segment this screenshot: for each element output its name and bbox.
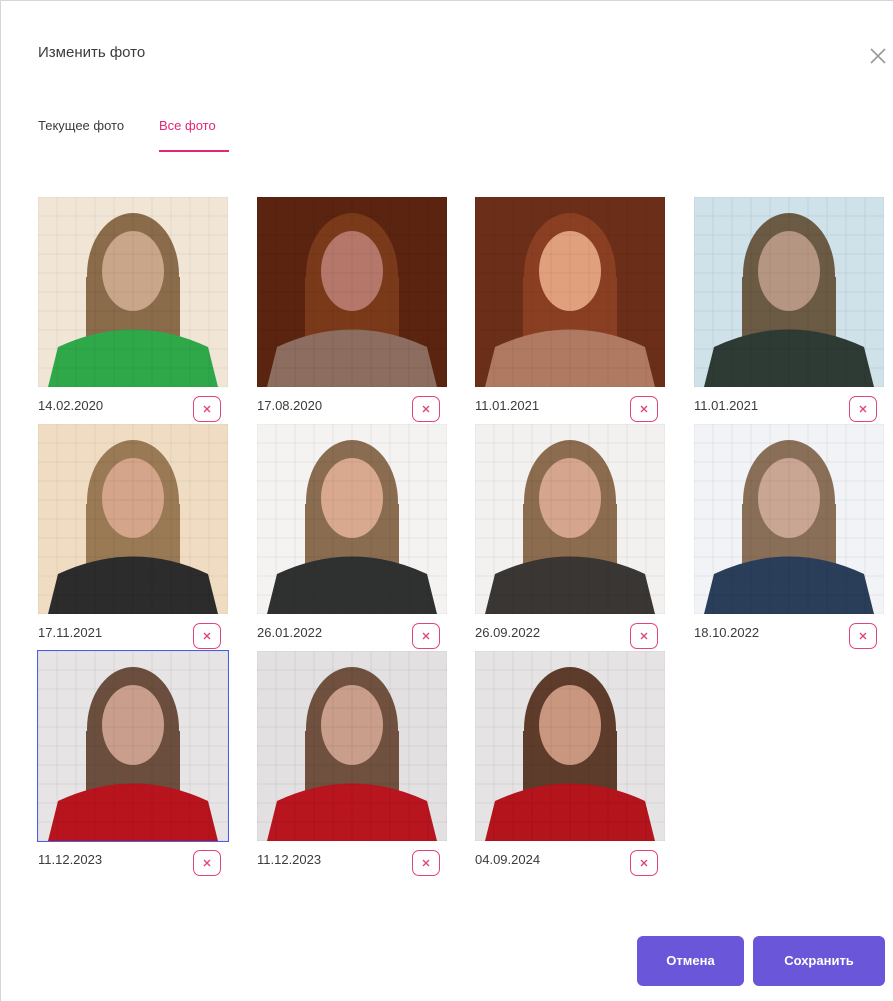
photo-thumbnail[interactable] [694,197,884,387]
delete-photo-button[interactable] [630,396,658,422]
photo-thumbnail[interactable] [257,651,447,841]
edit-photo-dialog: Изменить фото Текущее фото Все фото 14.0… [0,0,893,1001]
photo-date: 18.10.2022 [694,625,760,640]
cancel-button[interactable]: Отмена [637,936,744,986]
close-small-icon [422,405,430,413]
close-small-icon [640,405,648,413]
photo-date: 11.01.2021 [475,398,540,413]
photo-date: 17.11.2021 [38,625,103,640]
close-small-icon [203,859,211,867]
close-icon[interactable] [867,45,889,67]
dialog-title: Изменить фото [38,44,146,61]
delete-photo-button[interactable] [630,850,658,876]
photo-date: 11.12.2023 [38,852,103,867]
close-small-icon [640,632,648,640]
delete-photo-button[interactable] [193,396,221,422]
photo-date: 14.02.2020 [38,398,104,413]
photo-thumbnail[interactable] [694,424,884,614]
photo-thumbnail[interactable] [38,197,228,387]
delete-photo-button[interactable] [630,623,658,649]
photo-date: 04.09.2024 [475,852,541,867]
photo-thumbnail[interactable] [38,424,228,614]
photo-date: 11.01.2021 [694,398,759,413]
photo-thumbnail[interactable] [475,197,665,387]
photo-date: 26.09.2022 [475,625,541,640]
delete-photo-button[interactable] [849,623,877,649]
close-small-icon [859,405,867,413]
delete-photo-button[interactable] [193,850,221,876]
delete-photo-button[interactable] [193,623,221,649]
close-small-icon [859,632,867,640]
delete-photo-button[interactable] [412,623,440,649]
photo-thumbnail[interactable] [475,651,665,841]
photo-thumbnail[interactable] [37,650,229,842]
close-small-icon [640,859,648,867]
save-button[interactable]: Сохранить [753,936,885,986]
delete-photo-button[interactable] [849,396,877,422]
delete-photo-button[interactable] [412,850,440,876]
close-small-icon [203,632,211,640]
delete-photo-button[interactable] [412,396,440,422]
tab-all-photos[interactable]: Все фото [159,118,216,133]
photo-thumbnail[interactable] [257,197,447,387]
photo-date: 17.08.2020 [257,398,323,413]
active-tab-indicator [159,150,229,152]
close-small-icon [422,632,430,640]
photo-date: 26.01.2022 [257,625,323,640]
photo-thumbnail[interactable] [475,424,665,614]
close-small-icon [422,859,430,867]
tab-current-photo[interactable]: Текущее фото [38,118,124,133]
photo-thumbnail[interactable] [257,424,447,614]
close-small-icon [203,405,211,413]
photo-date: 11.12.2023 [257,852,322,867]
